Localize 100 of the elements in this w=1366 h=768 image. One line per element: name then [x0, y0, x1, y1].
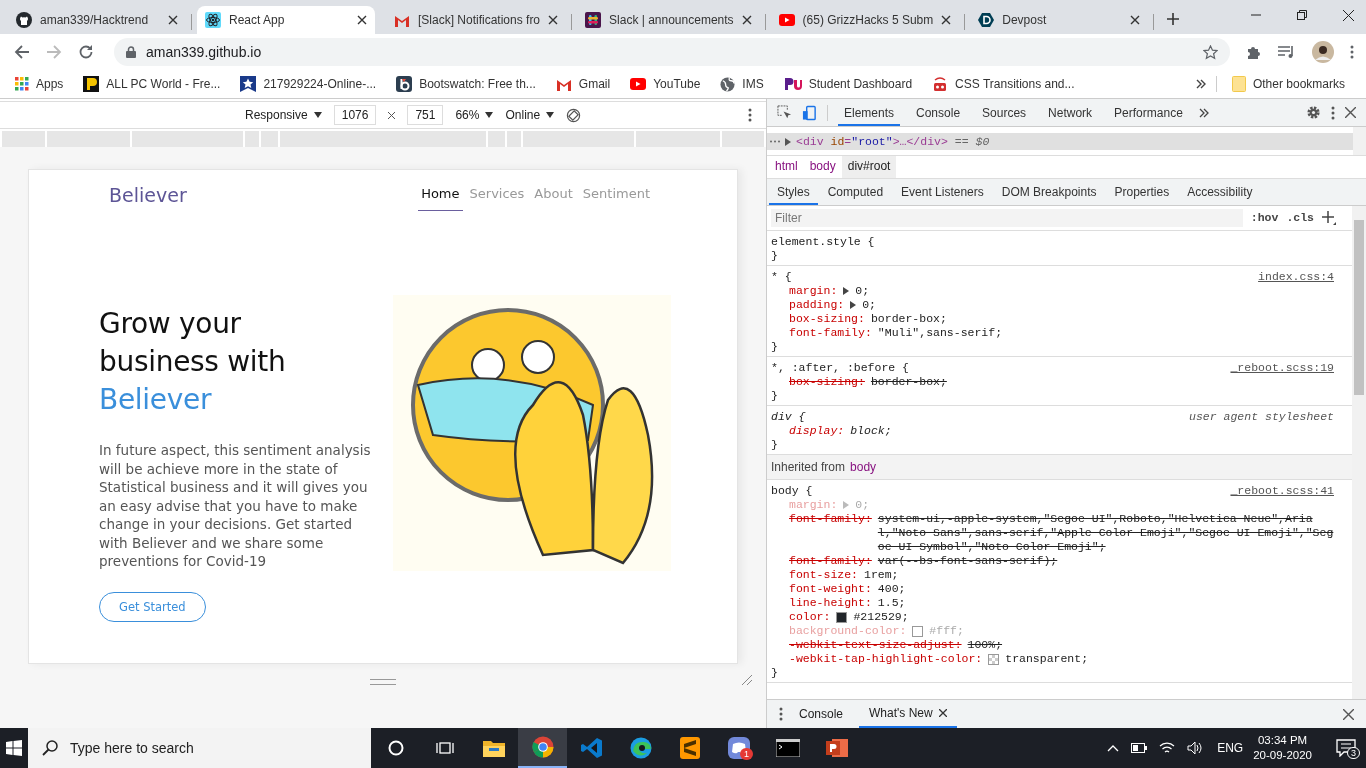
chevron-double-icon[interactable] [1198, 107, 1209, 118]
settings-icon[interactable] [1306, 105, 1321, 120]
close-icon[interactable] [548, 15, 559, 25]
avatar-icon[interactable] [1312, 41, 1334, 63]
source-link[interactable]: _reboot.scss:41 [1230, 484, 1334, 498]
source-link[interactable]: _reboot.scss:19 [1230, 361, 1334, 375]
bookmark[interactable]: Apps [10, 75, 69, 93]
site-brand[interactable]: Believer [109, 184, 187, 206]
menu-icon[interactable] [748, 108, 752, 122]
pane-tab[interactable]: Event Listeners [893, 179, 992, 205]
bookmark[interactable]: ALL PC World - Fre... [78, 74, 226, 94]
resize-corner-icon[interactable] [742, 675, 752, 685]
close-icon[interactable] [938, 709, 947, 717]
bookmark[interactable]: Bootswatch: Free th... [391, 74, 541, 94]
add-rule-icon[interactable] [1322, 211, 1336, 225]
bookmark[interactable]: Gmail [550, 75, 616, 93]
notification-icon[interactable] [1336, 739, 1356, 757]
close-icon[interactable] [168, 15, 178, 25]
star-icon[interactable] [1203, 44, 1218, 60]
clock-date[interactable]: 20-09-2020 [1253, 748, 1312, 763]
pane-tab[interactable]: Accessibility [1179, 179, 1261, 205]
bookmark[interactable]: 217929224-Online-... [235, 74, 382, 94]
playlist-icon[interactable] [1278, 45, 1296, 59]
taskbar-app[interactable] [518, 728, 567, 768]
breadcrumb[interactable]: body [803, 156, 842, 178]
bookmark[interactable]: Other bookmarks [1226, 74, 1350, 94]
inherited-element-link[interactable]: body [850, 460, 877, 474]
browser-tab[interactable]: React App [197, 6, 375, 34]
dom-node-row[interactable]: <div id="root">…</div> == $0 [767, 133, 1353, 150]
get-started-button[interactable]: Get Started [99, 591, 206, 622]
breadcrumb[interactable]: div#root [841, 156, 897, 178]
drawer-tab[interactable]: Console [789, 700, 854, 728]
zoom-dropdown[interactable]: 66% [455, 108, 494, 122]
code-editor-icon[interactable] [580, 737, 603, 759]
rotate-icon[interactable] [566, 107, 582, 123]
close-icon[interactable] [357, 15, 367, 25]
terminal-icon[interactable] [775, 739, 800, 757]
puzzle-icon[interactable] [1246, 44, 1262, 60]
bookmark[interactable]: Student Dashboard [778, 74, 918, 94]
device-toggle-icon[interactable] [802, 104, 817, 121]
bookmark[interactable]: YouTube [625, 75, 706, 93]
pane-tab[interactable]: Computed [819, 179, 892, 205]
new-tab-icon[interactable] [1167, 13, 1180, 25]
volume-icon[interactable] [1187, 741, 1204, 755]
slides-app-icon[interactable] [825, 737, 848, 759]
pane-tab[interactable]: Styles [769, 179, 818, 205]
address-bar[interactable]: aman339.github.io [114, 38, 1230, 66]
source-link[interactable]: index.css:4 [1258, 270, 1334, 284]
color-swatch[interactable] [836, 611, 848, 623]
pane-tab[interactable]: Properties [1106, 179, 1178, 205]
filter-field[interactable]: Filter [771, 209, 1243, 227]
class-toggle-button[interactable]: .cls [1286, 211, 1314, 225]
devtools-tab[interactable]: Performance [1108, 99, 1189, 126]
close-icon[interactable] [1130, 15, 1141, 25]
language-indicator[interactable]: ENG [1217, 741, 1244, 755]
expand-triangle-icon[interactable] [850, 301, 857, 309]
folder-icon[interactable] [482, 739, 505, 757]
close-icon[interactable] [1343, 708, 1354, 720]
task-view-icon[interactable] [435, 740, 454, 756]
close-icon[interactable] [1345, 107, 1356, 118]
close-icon[interactable] [1343, 9, 1354, 21]
restore-icon[interactable] [1297, 10, 1307, 20]
chevron-double-icon[interactable] [1195, 79, 1206, 89]
bookmark[interactable]: IMS [715, 74, 769, 94]
bookmark[interactable]: CSS Transitions and... [927, 74, 1080, 94]
close-icon[interactable] [741, 15, 752, 25]
pane-tab[interactable]: DOM Breakpoints [993, 179, 1105, 205]
back-icon[interactable] [14, 44, 30, 60]
expand-triangle-icon[interactable] [843, 287, 850, 295]
throttling-dropdown[interactable]: Online [505, 108, 555, 122]
devtools-tab[interactable]: Console [910, 99, 967, 126]
resize-handle[interactable] [370, 679, 396, 685]
chevron-up-icon[interactable] [1107, 744, 1120, 752]
clock-time[interactable]: 03:34 PM [1257, 733, 1308, 748]
inspect-icon[interactable] [777, 105, 792, 120]
height-field[interactable]: 751 [407, 105, 444, 125]
hover-state-button[interactable]: :hov [1250, 211, 1279, 225]
chrome-icon[interactable] [531, 736, 554, 758]
menu-icon[interactable] [779, 707, 783, 721]
expand-triangle-icon[interactable] [785, 137, 791, 146]
devtools-tab[interactable]: Network [1042, 99, 1099, 126]
windows-start-icon[interactable] [6, 740, 22, 756]
edge-icon[interactable] [629, 737, 652, 759]
circle-icon[interactable] [387, 740, 404, 756]
menu-icon[interactable] [1331, 105, 1335, 120]
device-dropdown[interactable]: Responsive [245, 108, 322, 122]
sublime-icon[interactable] [679, 737, 700, 759]
breadcrumb[interactable]: html [769, 156, 804, 178]
taskbar-search-field[interactable]: Type here to search [28, 728, 371, 768]
more-icon[interactable] [770, 140, 780, 143]
reload-icon[interactable] [78, 44, 94, 60]
close-icon[interactable] [941, 15, 952, 25]
scrollbar[interactable] [1353, 127, 1366, 155]
taskbar-app[interactable]: 1 [714, 728, 763, 768]
menu-icon[interactable] [1350, 45, 1354, 59]
battery-icon[interactable] [1131, 743, 1148, 753]
scrollbar[interactable] [1352, 206, 1366, 699]
transparency-swatch[interactable] [988, 653, 1000, 665]
wifi-icon[interactable] [1159, 741, 1176, 755]
devtools-tab[interactable]: Elements [838, 99, 901, 126]
